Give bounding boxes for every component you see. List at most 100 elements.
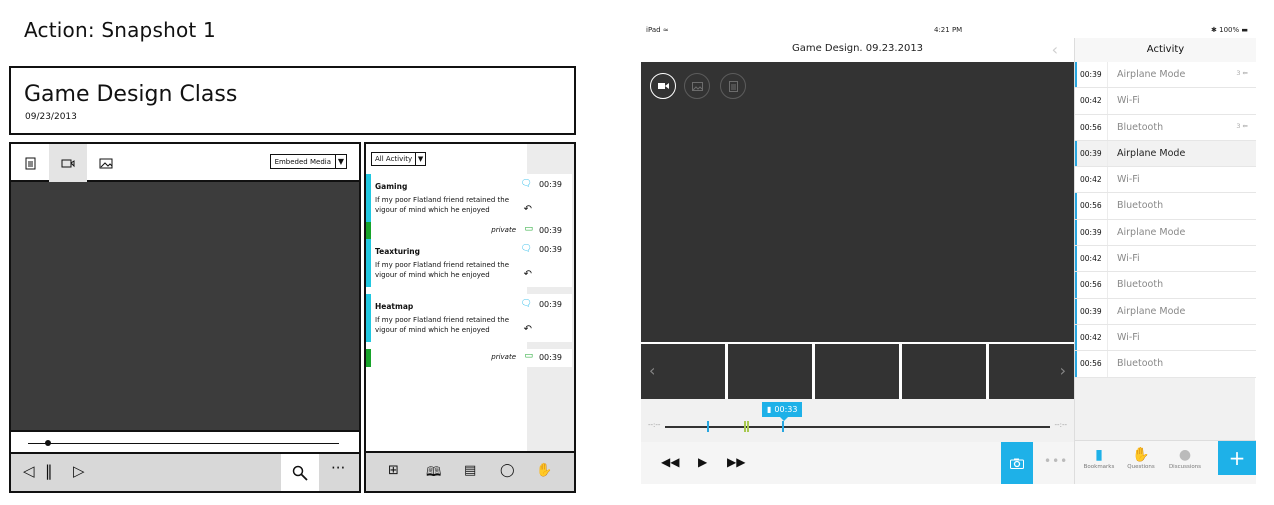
activity-row[interactable]: 00:39 Airplane Mode (1075, 140, 1256, 168)
book-icon: ▭ (524, 224, 533, 234)
activity-item[interactable]: Heatmap If my poor Flatland friend retai… (366, 294, 572, 342)
status-bar: iPad ≈ 4:21 PM ✱ 100% ▬ (641, 20, 1255, 38)
rewind-icon[interactable]: ◀◀ (661, 455, 679, 469)
thumbnail[interactable] (902, 344, 986, 399)
timeline-playhead[interactable] (782, 421, 784, 432)
timeline-marker[interactable] (747, 421, 749, 432)
document-icon[interactable]: ▤ (464, 463, 476, 478)
tab-label: Discussions (1168, 464, 1202, 470)
item-time: 00:39 (538, 300, 562, 309)
row-indicator (1075, 62, 1077, 88)
item-color-bar (366, 222, 371, 240)
tab-discussions[interactable]: ● Discussions (1163, 447, 1207, 470)
item-title: Gaming (375, 182, 408, 191)
activity-row[interactable]: 00:56 Bluetooth (1075, 351, 1256, 378)
media-select[interactable]: Embeded Media ▼ (269, 154, 347, 169)
tab-questions[interactable]: ✋ Questions (1119, 447, 1163, 470)
timeline[interactable]: ▮ 00:33 --:-- --:-- (641, 399, 1074, 442)
row-time: 00:56 (1080, 122, 1102, 132)
timeline-marker[interactable] (744, 421, 746, 432)
fast-forward-icon[interactable]: ▶▶ (727, 455, 745, 469)
row-label: Wi-Fi (1117, 174, 1140, 186)
row-time: 00:39 (1080, 227, 1102, 237)
activity-sidebar: Activity 00:39 Airplane Mode 3 ⇚ 00:42 Wi-Fi… (1074, 38, 1256, 484)
private-item[interactable]: private ▭ 00:39 (366, 349, 572, 367)
thumbnail[interactable] (728, 344, 812, 399)
scrubber[interactable] (11, 430, 359, 454)
camera-button[interactable] (1001, 442, 1033, 484)
reply-icon[interactable]: ↶ (524, 204, 532, 215)
video-area[interactable] (641, 62, 1074, 342)
row-label: Bluetooth (1117, 200, 1164, 212)
row-indicator (1075, 324, 1077, 351)
back-chevron-icon[interactable]: ‹ (1052, 40, 1058, 59)
more-icon[interactable]: ••• (1044, 454, 1068, 468)
snapshot-title: Action: Snapshot 1 (24, 18, 216, 42)
activity-row[interactable]: 00:56 Bluetooth 3 ⇚ (1075, 114, 1256, 141)
activity-row[interactable]: 00:42 Wi-Fi (1075, 246, 1256, 273)
player-controls: ◀◀ ▶ ▶▶ ••• (641, 442, 1074, 484)
video-mode-icon[interactable] (650, 73, 676, 99)
item-title: Heatmap (375, 302, 414, 311)
activity-filter-value: All Activity (375, 155, 413, 163)
activity-item[interactable]: Teaxturing If my poor Flatland friend re… (366, 239, 572, 287)
image-tab-icon[interactable] (87, 144, 125, 182)
tab-bookmarks[interactable]: ▮ Bookmarks (1077, 447, 1121, 470)
video-area[interactable] (11, 182, 359, 430)
reply-icon[interactable]: ↶ (524, 324, 532, 335)
next-icon[interactable]: ▷ (73, 462, 85, 480)
row-indicator (1075, 246, 1077, 272)
search-icon[interactable] (281, 454, 319, 491)
chevron-left-icon[interactable]: ‹ (649, 361, 655, 380)
video-tab-icon[interactable] (49, 144, 87, 182)
status-device: iPad ≈ (646, 26, 669, 34)
row-label: Airplane Mode (1117, 226, 1186, 238)
scrubber-knob[interactable] (45, 440, 51, 446)
activity-row[interactable]: 00:56 Bluetooth (1075, 193, 1256, 220)
add-note-icon[interactable]: ⊞ (388, 463, 399, 478)
row-divider (1107, 298, 1108, 324)
activity-filter[interactable]: All Activity ▼ (371, 152, 427, 166)
previous-icon[interactable]: ◁ (23, 462, 35, 480)
item-color-bar (366, 349, 371, 367)
comment-icon: 🗨 (520, 179, 532, 189)
chevron-right-icon[interactable]: › (1060, 361, 1066, 380)
hand-icon[interactable]: ✋ (536, 463, 552, 478)
private-label: private (491, 226, 516, 234)
play-icon[interactable]: ▶ (698, 455, 707, 469)
item-time: 00:39 (538, 245, 562, 254)
row-label: Wi-Fi (1117, 95, 1140, 107)
image-mode-icon[interactable] (684, 73, 710, 99)
more-icon[interactable]: ··· (331, 459, 345, 477)
reply-icon[interactable]: ↶ (524, 269, 532, 280)
item-color-bar (366, 174, 371, 222)
camera-icon (1010, 458, 1024, 469)
activity-row[interactable]: 00:39 Airplane Mode (1075, 219, 1256, 247)
add-button[interactable]: + (1218, 441, 1256, 475)
activity-row[interactable]: 00:42 Wi-Fi (1075, 88, 1256, 115)
timeline-marker[interactable] (707, 421, 709, 432)
row-indicator (1075, 351, 1077, 377)
activity-row[interactable]: 00:56 Bluetooth (1075, 272, 1256, 299)
document-mode-icon[interactable] (720, 73, 746, 99)
book-icon[interactable]: 🕮 (426, 463, 441, 485)
item-body: If my poor Flatland friend retained the … (375, 261, 510, 279)
activity-row[interactable]: 00:39 Airplane Mode (1075, 298, 1256, 325)
thumbnail[interactable] (815, 344, 899, 399)
row-divider (1107, 272, 1108, 298)
activity-row[interactable]: 00:42 Wi-Fi (1075, 324, 1256, 352)
document-tab-icon[interactable] (11, 144, 49, 182)
row-divider (1107, 88, 1108, 114)
bookmark-tooltip[interactable]: ▮ 00:33 (762, 402, 803, 421)
tab-label: Questions (1127, 464, 1155, 470)
comment-icon[interactable]: ◯ (500, 463, 515, 478)
chevron-down-icon: ▼ (415, 153, 425, 165)
private-item[interactable]: private ▭ 00:39 (366, 222, 572, 240)
pause-icon[interactable]: ‖ (45, 462, 53, 480)
activity-row[interactable]: 00:42 Wi-Fi (1075, 167, 1256, 194)
sidebar-title: Activity (1075, 38, 1256, 62)
row-time: 00:42 (1080, 332, 1102, 342)
bookmark-icon: ▮ (767, 405, 772, 414)
activity-item[interactable]: Gaming If my poor Flatland friend retain… (366, 174, 572, 222)
activity-row[interactable]: 00:39 Airplane Mode 3 ⇚ (1075, 62, 1256, 89)
